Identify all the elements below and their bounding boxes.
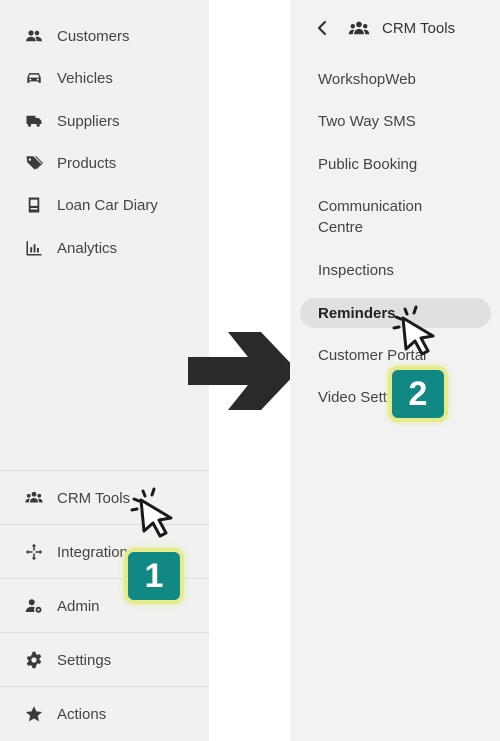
- pointer-cursor-icon: [392, 305, 435, 356]
- sidebar-item-label: Analytics: [57, 239, 118, 257]
- group-icon: [25, 489, 43, 507]
- crm-submenu-header: CRM Tools: [290, 14, 500, 42]
- submenu-item-communication-centre[interactable]: Communication Centre: [318, 196, 438, 238]
- sidebar-item-label: Vehicles: [57, 69, 113, 87]
- main-sidebar: Customers Vehicles Suppliers Products Lo…: [0, 0, 209, 741]
- submenu-item-inspections[interactable]: Inspections: [318, 260, 488, 281]
- step-1-badge: 1: [124, 548, 184, 604]
- sidebar-item-label: Customers: [57, 27, 130, 45]
- pointer-cursor-icon: [130, 487, 173, 538]
- sidebar-item-label: Settings: [57, 651, 112, 669]
- sidebar-item-label: CRM Tools: [57, 489, 131, 507]
- truck-icon: [25, 112, 43, 130]
- user-gear-icon: [25, 597, 43, 615]
- sidebar-item-loan-car-diary[interactable]: Loan Car Diary: [0, 187, 209, 223]
- tag-icon: [25, 154, 43, 172]
- chevron-left-icon[interactable]: [316, 20, 330, 36]
- submenu-title: CRM Tools: [382, 19, 456, 37]
- sidebar-item-settings[interactable]: Settings: [0, 632, 209, 687]
- submenu-item-label: Reminders: [318, 304, 396, 322]
- sidebar-item-products[interactable]: Products: [0, 145, 209, 181]
- sidebar-item-label: Admin: [57, 597, 100, 615]
- sidebar-item-actions[interactable]: Actions: [0, 686, 209, 741]
- step-2-badge: 2: [388, 366, 448, 422]
- sidebar-item-label: Products: [57, 154, 117, 172]
- customers-icon: [25, 27, 43, 45]
- diary-icon: [25, 196, 43, 214]
- sidebar-item-customers[interactable]: Customers: [0, 18, 209, 54]
- sidebar-item-vehicles[interactable]: Vehicles: [0, 60, 209, 96]
- submenu-item-two-way-sms[interactable]: Two Way SMS: [318, 111, 488, 132]
- car-icon: [25, 69, 43, 87]
- submenu-item-public-booking[interactable]: Public Booking: [318, 154, 488, 175]
- step-number: 2: [408, 374, 428, 413]
- sidebar-item-suppliers[interactable]: Suppliers: [0, 103, 209, 139]
- group-icon: [348, 19, 370, 37]
- star-icon: [25, 705, 43, 723]
- sidebar-item-label: Suppliers: [57, 112, 120, 130]
- sidebar-item-analytics[interactable]: Analytics: [0, 230, 209, 266]
- submenu-item-workshopweb[interactable]: WorkshopWeb: [318, 69, 488, 90]
- step-number: 1: [144, 556, 164, 595]
- gear-icon: [25, 651, 43, 669]
- sidebar-item-label: Loan Car Diary: [57, 196, 158, 214]
- move-arrows-icon: [25, 543, 43, 561]
- sidebar-item-label: Actions: [57, 705, 107, 723]
- bar-chart-icon: [25, 239, 43, 257]
